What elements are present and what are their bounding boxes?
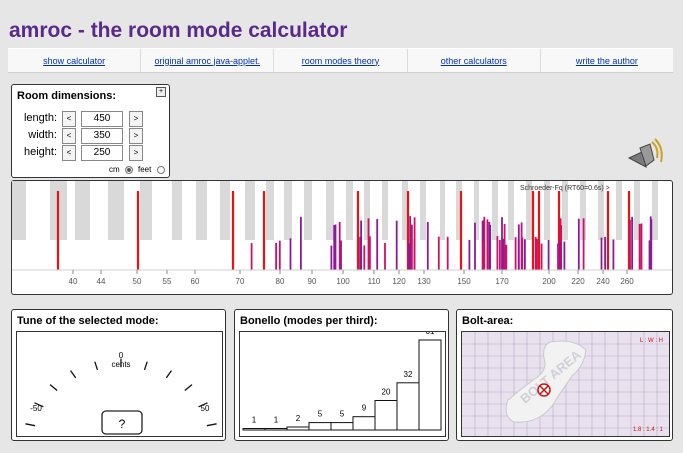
nav-link-show-calculator[interactable]: show calculator — [43, 56, 105, 66]
gauge-tick — [70, 370, 77, 379]
nav-item-write-author: write the author — [541, 49, 673, 72]
bonello-bar-label: 9 — [362, 404, 367, 413]
bonello-bar — [264, 428, 288, 431]
freq-tick-label: 40 — [69, 277, 78, 286]
bolt-ratio-value: 1.8 : 1.4 : 1 — [633, 427, 664, 433]
gauge-tick — [143, 361, 148, 371]
tune-panel: Tune of the selected mode: 0 cents -50 5… — [11, 309, 226, 441]
freq-tick-label: 100 — [336, 277, 350, 286]
gauge-zero-label: 0 — [119, 351, 124, 360]
freq-tick-label: 260 — [620, 277, 634, 286]
bonello-bar-label: 61 — [426, 332, 435, 336]
height-increase-button[interactable]: > — [129, 145, 143, 161]
gauge-tick — [25, 423, 36, 427]
height-input[interactable] — [81, 145, 123, 161]
bonello-bar-label: 5 — [340, 410, 345, 419]
bolt-area-chart: BOLT AREA L : W : H 1.8 : 1.4 : 1 — [461, 331, 670, 437]
room-position-marker — [537, 383, 551, 397]
bonello-title: Bonello (modes per third): — [240, 315, 378, 327]
bonello-bar-label: 1 — [252, 416, 257, 425]
bolt-area-panel: Bolt-area: BOLT AREA L : W : H 1.8 : 1.4… — [456, 309, 673, 441]
gauge-cents-label: cents — [111, 360, 130, 369]
gauge-tick — [165, 370, 172, 379]
freq-tick-label: 240 — [596, 277, 610, 286]
freq-tick-label: 200 — [542, 277, 556, 286]
gauge-tick — [206, 423, 217, 427]
width-decrease-button[interactable]: < — [62, 128, 76, 144]
schroeder-label: Schroeder-Fq (RT60=0.6s) > — [520, 185, 610, 192]
nav-item-other-calculators: other calculators — [408, 49, 541, 72]
gauge-tick — [184, 384, 193, 392]
width-increase-button[interactable]: > — [129, 128, 143, 144]
bonello-bar-label: 2 — [296, 414, 301, 423]
gauge-max-label: 50 — [201, 404, 210, 413]
width-label: width: — [28, 129, 57, 141]
freq-tick-label: 70 — [236, 277, 245, 286]
height-label: height: — [23, 146, 57, 158]
freq-tick-label: 220 — [571, 277, 585, 286]
bonello-bar — [286, 426, 310, 431]
bonello-bar — [418, 339, 442, 431]
bonello-bar — [352, 416, 376, 431]
unit-cm-label: cm — [109, 165, 120, 174]
tune-title: Tune of the selected mode: — [17, 315, 159, 327]
width-input[interactable] — [81, 128, 123, 144]
freq-tick-label: 120 — [392, 277, 406, 286]
speaker-icon[interactable] — [626, 138, 664, 174]
freq-tick-label: 170 — [495, 277, 509, 286]
app-title: amroc - the room mode calculator — [9, 19, 348, 42]
nav-link-other-calculators[interactable]: other calculators — [441, 56, 507, 66]
bonello-bar-label: 32 — [404, 370, 413, 379]
bonello-bar-label: 5 — [318, 410, 323, 419]
nav-item-java-applet: original amroc java-applet. — [141, 49, 275, 72]
freq-tick-label: 60 — [191, 277, 200, 286]
bonello-panel: Bonello (modes per third): 1 1 2 5 5 9 20 32 61 — [234, 309, 449, 441]
freq-tick-label: 44 — [97, 277, 106, 286]
length-increase-button[interactable]: > — [129, 111, 143, 127]
freq-tick-label: 80 — [276, 277, 285, 286]
height-decrease-button[interactable]: < — [62, 145, 76, 161]
bonello-bar — [308, 422, 332, 431]
bonello-bar — [374, 400, 398, 431]
gauge-tick — [94, 361, 99, 371]
length-decrease-button[interactable]: < — [62, 111, 76, 127]
bonello-bar-label: 1 — [274, 416, 279, 425]
bonello-bar — [330, 422, 354, 431]
bonello-bar — [242, 428, 266, 431]
freq-tick-label: 110 — [368, 277, 381, 286]
mode-spectrum-panel[interactable]: 40 44 50 55 60 70 80 90 100 110 120 130 150 170 200 220… — [11, 180, 673, 295]
bolt-ratio-header: L : W : H — [640, 338, 663, 344]
freq-tick-label: 90 — [308, 277, 317, 286]
length-label: length: — [23, 112, 57, 124]
unit-cm-radio[interactable] — [125, 166, 133, 174]
bonello-bar — [396, 382, 420, 431]
freq-tick-label: 150 — [457, 277, 471, 286]
bonello-chart: 1 1 2 5 5 9 20 32 61 — [239, 327, 446, 437]
nav-link-room-modes-theory[interactable]: room modes theory — [302, 56, 380, 66]
room-dimensions-panel: Room dimensions: + length: < > width: < … — [11, 84, 170, 178]
unit-feet-label: feet — [138, 165, 152, 174]
nav-item-room-modes-theory: room modes theory — [274, 49, 408, 72]
freq-tick-label: 50 — [133, 277, 142, 286]
freq-tick-label: 55 — [163, 277, 172, 286]
length-input[interactable] — [81, 111, 123, 127]
bonello-bar-label: 20 — [382, 388, 391, 397]
nav-link-java-applet[interactable]: original amroc java-applet. — [155, 56, 261, 66]
nav-item-show-calculator: show calculator — [8, 49, 142, 72]
expand-button[interactable]: + — [156, 87, 166, 97]
gauge-min-label: -50 — [30, 404, 42, 413]
bolt-area-title: Bolt-area: — [462, 315, 514, 327]
tuning-gauge: 0 cents -50 50 ? — [16, 331, 223, 437]
freq-tick-label: 130 — [417, 277, 431, 286]
room-dimensions-title: Room dimensions: — [17, 90, 117, 102]
mode-spectrum[interactable]: 40 44 50 55 60 70 80 90 100 110 120 130 150 170 200 220… — [12, 181, 672, 294]
gauge-tick — [49, 384, 58, 392]
gauge-readout: ? — [119, 417, 126, 431]
nav-bar: show calculator original amroc java-appl… — [8, 48, 673, 73]
nav-link-write-author[interactable]: write the author — [576, 56, 638, 66]
unit-feet-radio[interactable] — [157, 166, 165, 174]
